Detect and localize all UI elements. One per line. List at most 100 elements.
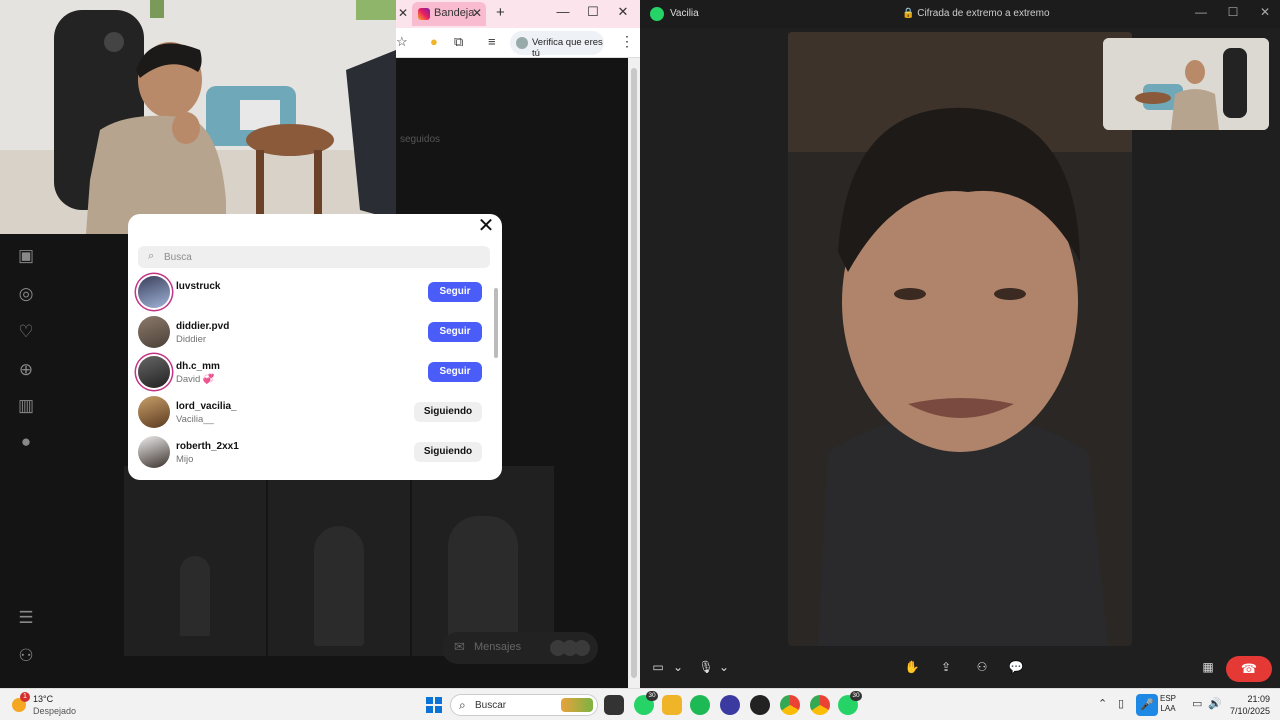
browser-toolbar: ☆ ● ⧉ ≡ Verifica que eres tú ⋮ (396, 28, 640, 59)
following-button[interactable]: Siguiendo (414, 402, 482, 422)
self-view-scene (1103, 38, 1269, 130)
microphone-icon[interactable]: 🎤 (1136, 694, 1158, 716)
share-screen-icon[interactable]: ⇪ (936, 660, 956, 674)
extensions-puzzle-icon[interactable]: ⧉ (454, 34, 463, 50)
avatar[interactable] (138, 356, 170, 388)
language-indicator[interactable]: ESP LAA (1160, 694, 1176, 714)
search-box[interactable]: ⌕ (138, 246, 490, 268)
username[interactable]: lord_vacilia_ (176, 401, 237, 412)
minimize-icon[interactable]: — (1186, 5, 1216, 19)
browser-window: seguidos ▣ ◎ ♡ ⊕ ▥ ● ☰ ⚇ ✉ Mensajes ✕ Ba… (0, 0, 640, 688)
usb-icon[interactable]: ▯ (1118, 697, 1124, 710)
chrome-icon[interactable] (780, 695, 800, 715)
raise-hand-icon[interactable]: ✋ (902, 660, 922, 674)
tab-instagram[interactable]: Bandeja ✕ (412, 2, 486, 26)
post-thumbnail[interactable] (124, 466, 266, 656)
username[interactable]: luvstruck (176, 281, 220, 292)
full-name: David 💞 (176, 374, 215, 385)
self-view-video[interactable] (1103, 38, 1269, 130)
list-item[interactable]: dh.c_mm David 💞 Seguir (136, 354, 486, 394)
messages-pill[interactable]: ✉ Mensajes (442, 632, 598, 664)
more-menu-icon[interactable]: ☰ (16, 608, 36, 628)
also-from-meta-icon[interactable]: ⚇ (16, 646, 36, 666)
messages-icon: ✉ (454, 639, 465, 654)
notifications-heart-icon[interactable]: ♡ (16, 322, 36, 342)
username[interactable]: dh.c_mm (176, 361, 220, 372)
username[interactable]: diddier.pvd (176, 321, 229, 332)
follow-button[interactable]: Seguir (428, 282, 482, 302)
following-modal: ⌕ luvstruck Seguir diddier.pvd Diddier S… (128, 214, 502, 480)
file-explorer-icon[interactable] (662, 695, 682, 715)
start-button[interactable] (426, 697, 442, 713)
webcam-overlay (0, 0, 396, 234)
maximize-icon[interactable]: ☐ (1218, 5, 1248, 19)
dashboard-icon[interactable]: ▥ (16, 396, 36, 416)
monitor-icon[interactable]: ▭ (1192, 697, 1202, 710)
camera-icon[interactable]: ▭ (648, 660, 668, 674)
create-icon[interactable]: ⊕ (16, 360, 36, 380)
reels-icon[interactable]: ▣ (16, 246, 36, 266)
chat-icon[interactable]: 💬 (1006, 660, 1026, 674)
minimize-icon[interactable]: — (548, 4, 578, 19)
whatsapp-icon[interactable]: 30 (838, 691, 862, 715)
end-call-button[interactable]: ☎ (1226, 656, 1272, 682)
close-icon[interactable]: ✕ (476, 216, 496, 236)
post-thumbnail[interactable] (412, 466, 554, 656)
username[interactable]: roberth_2xx1 (176, 441, 239, 452)
reading-list-icon[interactable]: ≡ (488, 34, 496, 49)
chrome-icon[interactable] (810, 695, 830, 715)
task-view-icon[interactable] (604, 695, 624, 715)
encryption-label: 🔒 Cifrada de extremo a extremo (902, 8, 1050, 19)
list-item[interactable]: roberth_2xx1 Mijo Siguiendo (136, 434, 486, 474)
layout-grid-icon[interactable]: ▦ (1198, 660, 1218, 674)
close-tab-icon[interactable]: ✕ (398, 6, 408, 20)
chevron-up-icon[interactable]: ⌃ (1098, 697, 1107, 710)
list-item[interactable]: lord_vacilia_ Vacilia__ Siguiendo (136, 394, 486, 434)
microphone-icon[interactable]: 🎙 (696, 660, 716, 674)
avatar[interactable] (138, 276, 170, 308)
chevron-down-icon[interactable]: ⌄ (714, 660, 734, 674)
close-window-icon[interactable]: ✕ (1250, 5, 1280, 19)
close-tab-icon[interactable]: ✕ (472, 6, 482, 20)
close-window-icon[interactable]: ✕ (608, 4, 638, 20)
follow-button[interactable]: Seguir (428, 362, 482, 382)
search-input[interactable] (164, 246, 484, 268)
weather-alert-badge: 1 (20, 692, 30, 702)
app-icon[interactable] (750, 695, 770, 715)
following-button[interactable]: Siguiendo (414, 442, 482, 462)
chevron-down-icon[interactable]: ⌄ (668, 660, 688, 674)
extension-icon[interactable]: ● (430, 34, 438, 49)
whatsapp-icon[interactable]: 30 (634, 691, 658, 715)
list-item[interactable]: diddier.pvd Diddier Seguir (136, 314, 486, 354)
whatsapp-icon (650, 7, 664, 21)
bookmark-star-icon[interactable]: ☆ (396, 34, 408, 50)
verify-chip[interactable]: Verifica que eres tú (510, 31, 604, 59)
clock-date[interactable]: 7/10/2025 (1222, 706, 1270, 716)
avatar[interactable] (138, 396, 170, 428)
messenger-icon[interactable]: ◎ (16, 284, 36, 304)
follow-button[interactable]: Seguir (428, 322, 482, 342)
post-thumbnail[interactable] (268, 466, 410, 656)
verify-label: Verifica que eres tú (532, 37, 603, 59)
avatar[interactable] (138, 316, 170, 348)
modal-scrollbar[interactable] (494, 280, 498, 476)
taskbar-search[interactable]: ⌕ Buscar (450, 694, 598, 716)
weather-condition[interactable]: Despejado (33, 706, 76, 716)
kebab-menu-icon[interactable]: ⋮ (620, 33, 634, 50)
avatar[interactable] (138, 436, 170, 468)
spotify-icon[interactable] (690, 695, 710, 715)
title-bar: Vacilia 🔒 Cifrada de extremo a extremo —… (640, 0, 1280, 28)
clock-time[interactable]: 21:09 (1222, 694, 1270, 704)
new-tab-icon[interactable]: + (496, 4, 505, 21)
profile-icon[interactable]: ● (16, 432, 36, 452)
app-icon[interactable] (720, 695, 740, 715)
list-item[interactable]: luvstruck Seguir (136, 274, 486, 314)
tab-bar: ✕ Bandeja ✕ + — ☐ ✕ (396, 0, 640, 28)
maximize-icon[interactable]: ☐ (578, 4, 608, 20)
volume-icon[interactable]: 🔊 (1208, 697, 1222, 710)
profile-avatar-icon (516, 37, 528, 49)
temperature[interactable]: 13°C (33, 694, 53, 704)
remote-video (788, 32, 1132, 646)
page-scrollbar[interactable] (628, 58, 640, 688)
add-participant-icon[interactable]: ⚇ (972, 660, 992, 674)
